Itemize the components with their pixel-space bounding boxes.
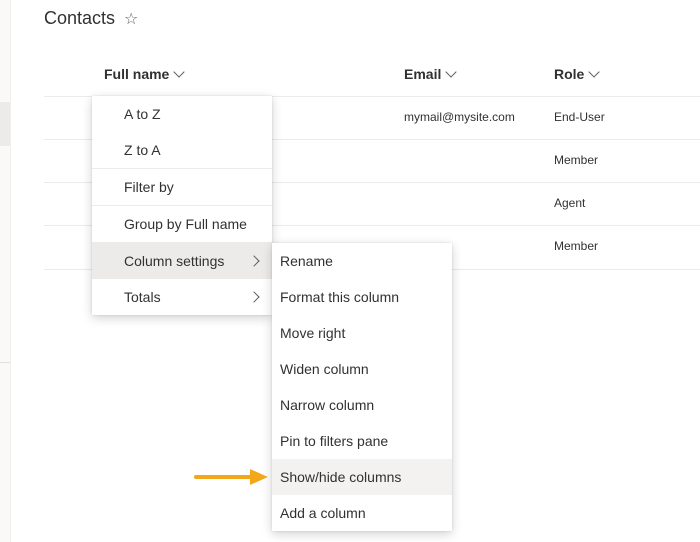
menu-item-filter-by[interactable]: Filter by (92, 169, 272, 205)
menu-item-sort-a-to-z[interactable]: A to Z (92, 96, 272, 132)
menu-item-totals[interactable]: Totals (92, 279, 272, 315)
menu-item-widen-column[interactable]: Widen column (272, 351, 452, 387)
page-title: Contacts (44, 8, 116, 28)
role-cell: End-User (554, 110, 605, 124)
menu-item-show-hide-columns[interactable]: Show/hide columns (272, 459, 452, 495)
nav-divider (0, 362, 10, 363)
column-header-label: Full name (104, 66, 170, 82)
column-header-label: Email (404, 66, 442, 82)
menu-item-pin-to-filters[interactable]: Pin to filters pane (272, 423, 452, 459)
menu-item-label: Format this column (280, 289, 400, 305)
menu-item-label: Rename (280, 253, 333, 269)
column-header-email[interactable]: Email (404, 66, 458, 82)
menu-item-rename[interactable]: Rename (272, 243, 452, 279)
menu-item-label: Widen column (280, 361, 369, 377)
menu-item-label: Move right (280, 325, 346, 341)
menu-item-label: A to Z (124, 106, 161, 122)
menu-item-add-column[interactable]: Add a column (272, 495, 452, 531)
favorite-star-icon[interactable]: ☆ (124, 9, 138, 29)
menu-item-group-by[interactable]: Group by Full name (92, 206, 272, 242)
menu-item-move-right[interactable]: Move right (272, 315, 452, 351)
menu-item-label: Group by Full name (124, 216, 247, 232)
column-header-label: Role (554, 66, 585, 82)
role-cell: Agent (554, 196, 586, 210)
left-navigation-rail (0, 0, 11, 542)
menu-item-label: Totals (124, 289, 161, 305)
chevron-down-icon (173, 66, 186, 78)
role-cell: Member (554, 239, 599, 253)
chevron-down-icon (445, 66, 458, 78)
column-settings-submenu: Rename Format this column Move right Wid… (272, 243, 452, 531)
arrow-right-icon (194, 469, 268, 485)
menu-item-label: Show/hide columns (280, 469, 402, 485)
chevron-down-icon (588, 66, 601, 78)
email-cell: mymail@mysite.com (404, 110, 515, 124)
menu-item-label: Filter by (124, 179, 174, 195)
menu-item-label: Z to A (124, 142, 161, 158)
menu-item-narrow-column[interactable]: Narrow column (272, 387, 452, 423)
menu-item-column-settings[interactable]: Column settings (92, 243, 272, 279)
menu-item-format-column[interactable]: Format this column (272, 279, 452, 315)
column-header-full-name[interactable]: Full name (104, 66, 186, 82)
menu-item-label: Narrow column (280, 397, 375, 413)
role-cell: Member (554, 153, 599, 167)
menu-item-label: Pin to filters pane (280, 433, 389, 449)
menu-item-sort-z-to-a[interactable]: Z to A (92, 132, 272, 168)
chevron-right-icon (248, 255, 260, 267)
menu-item-label: Add a column (280, 505, 366, 521)
column-header-role[interactable]: Role (554, 66, 601, 82)
nav-selected-indicator (0, 102, 10, 146)
menu-item-label: Column settings (124, 253, 225, 269)
chevron-right-icon (248, 291, 260, 303)
column-header-menu: A to Z Z to A Filter by Group by Full na… (92, 96, 272, 315)
